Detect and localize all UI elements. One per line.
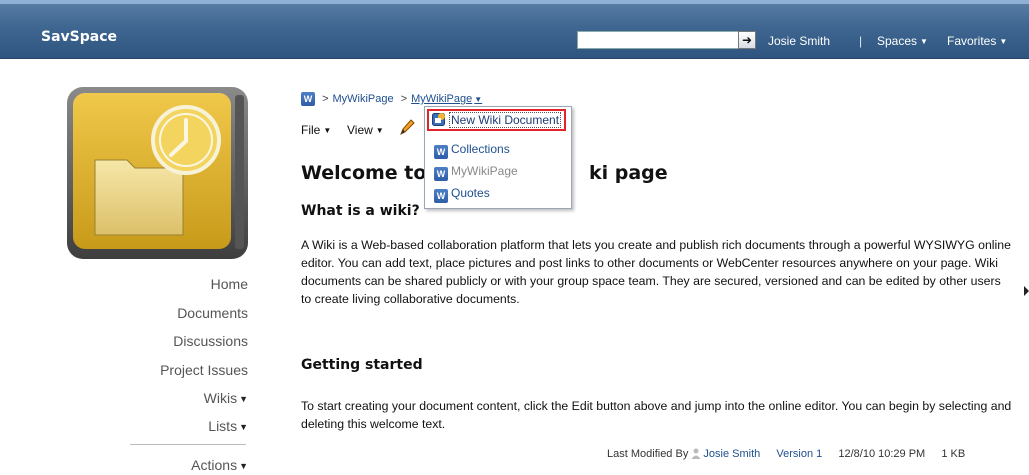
chevron-down-icon: ▼ <box>920 37 928 46</box>
sidebar-item-label: Home <box>210 276 248 292</box>
caret-down-icon: ▼ <box>239 394 248 404</box>
file-menu-label: File <box>301 123 321 137</box>
menu-item-label: New Wiki Document <box>449 112 562 128</box>
sidebar-item-actions[interactable]: Actions ▼ <box>60 457 248 473</box>
sidebar-item-wikis[interactable]: Wikis ▼ <box>60 390 248 406</box>
spaces-menu[interactable]: Spaces ▼ <box>877 34 928 48</box>
sidebar-item-lists[interactable]: Lists ▼ <box>60 418 248 434</box>
top-bar: SavSpace ➜ Josie Smith | Spaces ▼ Favorit… <box>0 0 1029 59</box>
breadcrumb: W > MyWikiPage > MyWikiPage ▼ <box>301 92 482 106</box>
wiki-icon: W <box>434 167 448 181</box>
menu-item-label: MyWikiPage <box>451 164 518 178</box>
nav-separator: | <box>859 34 863 48</box>
user-icon <box>691 448 701 459</box>
sidebar-item-label: Documents <box>177 305 248 321</box>
breadcrumb-separator: > <box>322 93 329 105</box>
sidebar-item-label: Discussions <box>173 333 248 349</box>
file-menu[interactable]: File ▼ <box>301 123 331 137</box>
sidebar-item-home[interactable]: Home <box>60 276 248 292</box>
document-size: 1 KB <box>941 448 966 460</box>
wiki-dropdown-menu: New Wiki Document W Collections W MyWikiPa… <box>424 106 572 209</box>
section-body-getting-started: To start creating your document content,… <box>301 399 1012 431</box>
new-document-icon <box>432 113 445 126</box>
page-title-part1: Welcome to <box>301 162 427 184</box>
last-modified-label: Last Modified By <box>607 448 689 460</box>
sidebar-divider <box>130 444 246 445</box>
sidebar-item-label: Actions <box>191 457 238 473</box>
caret-down-icon: ▼ <box>375 126 384 135</box>
app-title[interactable]: SavSpace <box>41 29 117 45</box>
search-input[interactable] <box>577 31 739 49</box>
arrow-right-icon: ➜ <box>741 33 753 47</box>
space-logo-icon <box>67 87 248 259</box>
wiki-icon: W <box>434 145 448 159</box>
menu-item-mywikipage[interactable]: W MyWikiPage <box>434 164 518 181</box>
view-menu-label: View <box>347 123 373 137</box>
chevron-down-icon: ▼ <box>999 37 1008 46</box>
modified-by-link[interactable]: Josie Smith <box>703 448 760 460</box>
sidebar-item-project-issues[interactable]: Project Issues <box>60 362 248 378</box>
expand-right-icon[interactable] <box>1024 286 1029 296</box>
menu-item-label: Quotes <box>451 186 490 200</box>
menu-item-new-wiki-document[interactable]: New Wiki Document <box>432 112 562 128</box>
document-metadata: Last Modified By Josie Smith Version 1 1… <box>607 448 965 460</box>
section-body-what-is: A Wiki is a Web-based collaboration plat… <box>301 238 1011 306</box>
version-link[interactable]: Version 1 <box>776 448 822 460</box>
sidebar-item-label: Lists <box>208 418 238 434</box>
sidebar-item-label: Project Issues <box>160 362 248 378</box>
current-user-link[interactable]: Josie Smith <box>768 34 830 48</box>
section-title-what-is: What is a wiki? <box>301 203 420 219</box>
wiki-icon: W <box>434 189 448 203</box>
page-title: Welcome to ki page <box>301 162 668 184</box>
menu-item-label: Collections <box>451 142 510 156</box>
caret-down-icon: ▼ <box>239 461 248 471</box>
page-title-part2: ki page <box>589 162 668 184</box>
sidebar-item-documents[interactable]: Documents <box>60 305 248 321</box>
spaces-label: Spaces <box>877 34 918 48</box>
favorites-label: Favorites <box>947 34 997 48</box>
breadcrumb-link[interactable]: MyWikiPage <box>333 93 394 105</box>
menu-item-collections[interactable]: W Collections <box>434 142 510 159</box>
breadcrumb-current-label: MyWikiPage <box>411 93 473 105</box>
caret-down-icon: ▼ <box>323 126 332 135</box>
search-go-button[interactable]: ➜ <box>738 31 756 49</box>
menu-item-quotes[interactable]: W Quotes <box>434 186 490 203</box>
breadcrumb-separator: > <box>400 93 408 105</box>
chevron-down-icon: ▼ <box>474 95 483 104</box>
favorites-menu[interactable]: Favorites ▼ <box>947 34 1007 48</box>
sidebar-item-label: Wikis <box>203 390 238 406</box>
breadcrumb-current[interactable]: MyWikiPage ▼ <box>411 93 482 105</box>
sidebar-item-discussions[interactable]: Discussions <box>60 333 248 349</box>
section-title-getting-started: Getting started <box>301 357 423 373</box>
wiki-icon[interactable]: W <box>301 92 315 106</box>
view-menu[interactable]: View ▼ <box>347 123 384 137</box>
caret-down-icon: ▼ <box>239 422 248 432</box>
modified-timestamp: 12/8/10 10:29 PM <box>838 448 926 460</box>
top-accent-line <box>0 0 1029 4</box>
pencil-icon[interactable] <box>399 118 415 136</box>
